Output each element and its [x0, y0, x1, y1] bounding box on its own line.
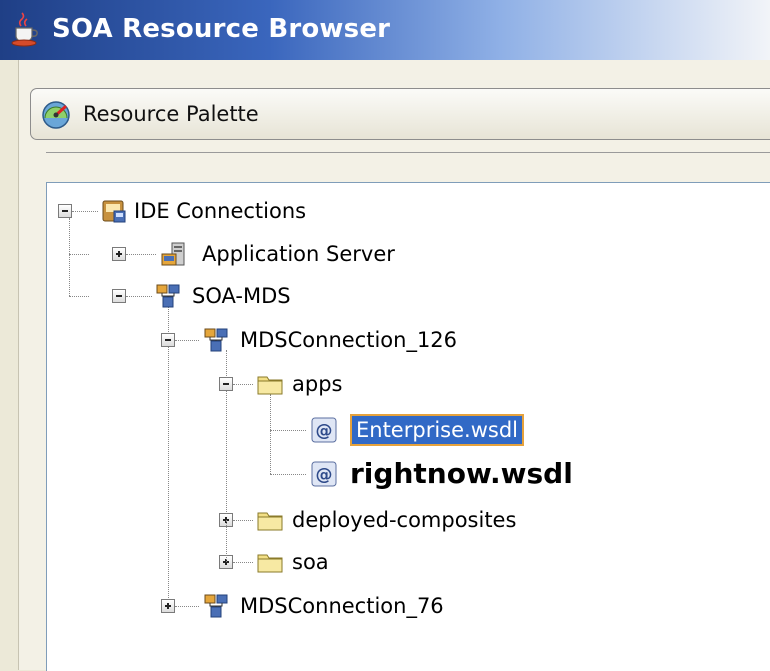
- tree-connector: [270, 474, 306, 475]
- tree-item-mdsconnection-126[interactable]: MDSConnection_126: [240, 326, 457, 354]
- svg-text:@: @: [316, 465, 333, 485]
- tree-connector: [270, 394, 271, 474]
- tree-item-apps[interactable]: apps: [292, 370, 342, 398]
- window-titlebar[interactable]: SOA Resource Browser: [0, 0, 770, 60]
- tree-connector: [69, 296, 89, 297]
- server-icon: [161, 242, 185, 266]
- tree-item-deployed-composites[interactable]: deployed-composites: [292, 506, 516, 534]
- tree-connector: [233, 520, 253, 521]
- java-cup-icon: [11, 12, 38, 47]
- tree-connector: [69, 254, 89, 255]
- tree-connector: [175, 606, 199, 607]
- tree-item-rightnow-wsdl[interactable]: rightnow.wsdl: [350, 458, 573, 490]
- tree-item-ide-connections[interactable]: IDE Connections: [134, 197, 306, 225]
- window-title: SOA Resource Browser: [52, 14, 391, 44]
- collapse-toggle[interactable]: [58, 204, 72, 218]
- tree-connector: [69, 254, 70, 296]
- tree-connector: [226, 350, 227, 520]
- tree-connector: [126, 296, 152, 297]
- svg-text:@: @: [316, 421, 333, 441]
- tree-connector: [126, 254, 156, 255]
- connections-book-icon: [102, 200, 126, 223]
- network-icon: [204, 594, 228, 618]
- network-icon: [204, 328, 228, 352]
- folder-icon: [257, 376, 283, 395]
- expand-toggle[interactable]: [161, 599, 175, 613]
- tree-item-mdsconnection-76[interactable]: MDSConnection_76: [240, 592, 444, 620]
- resource-palette-label: Resource Palette: [83, 102, 259, 126]
- tree-item-application-server[interactable]: Application Server: [202, 240, 395, 268]
- wsdl-at-icon: @: [311, 417, 337, 443]
- divider: [46, 152, 770, 153]
- tree-connector: [175, 340, 199, 341]
- collapse-toggle[interactable]: [161, 333, 175, 347]
- tree-item-enterprise-wsdl[interactable]: Enterprise.wsdl: [350, 414, 524, 446]
- tree-item-soa-mds[interactable]: SOA-MDS: [192, 282, 291, 310]
- tree-connector: [226, 520, 227, 562]
- wsdl-at-icon: @: [311, 461, 337, 487]
- collapse-toggle[interactable]: [112, 289, 126, 303]
- tree-connector: [168, 306, 169, 606]
- folder-icon: [257, 512, 283, 531]
- tree-connector: [69, 218, 70, 254]
- folder-icon: [257, 554, 283, 573]
- tree-connector: [233, 562, 253, 563]
- resource-palette-button[interactable]: Resource Palette: [30, 88, 770, 140]
- network-icon: [156, 284, 180, 308]
- tree-connector: [233, 384, 253, 385]
- tree-item-soa[interactable]: soa: [292, 548, 329, 576]
- palette-gauge-icon: [42, 101, 70, 129]
- tree-connector: [72, 211, 98, 212]
- expand-toggle[interactable]: [112, 247, 126, 261]
- collapse-toggle[interactable]: [219, 377, 233, 391]
- tree-connector: [270, 430, 306, 431]
